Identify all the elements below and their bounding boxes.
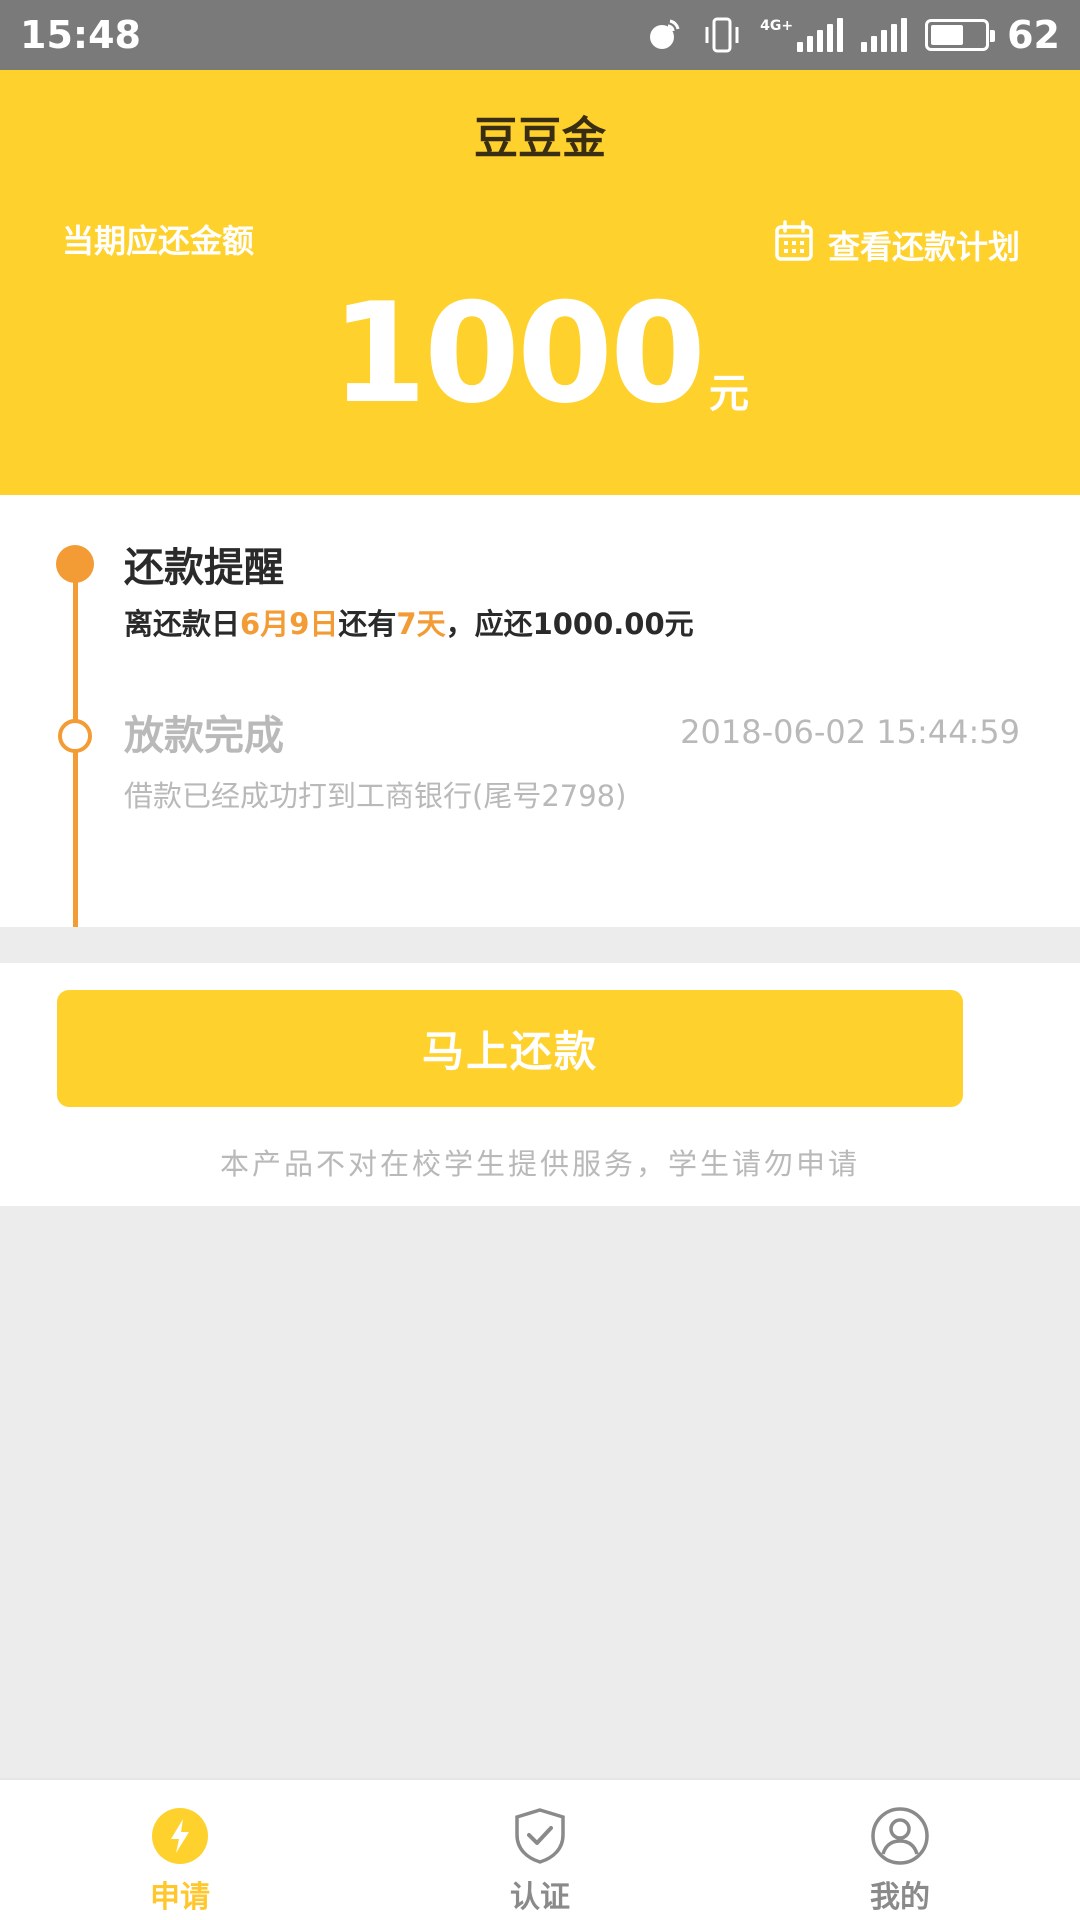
due-amount-label: 当期应还金额 <box>62 222 255 260</box>
network-type: 4G+ <box>760 18 794 34</box>
vibrate-icon <box>702 15 742 55</box>
user-icon <box>870 1806 930 1866</box>
nav-item-mine[interactable]: 我的 <box>720 1780 1080 1920</box>
signal-4g-icon: 4G+ <box>760 18 844 52</box>
page-title: 豆豆金 <box>474 113 606 164</box>
view-repayment-plan-link[interactable]: 查看还款计划 <box>774 220 1020 270</box>
reminder-suffix: ，应还1000.00元 <box>445 607 694 641</box>
signal-icon <box>861 18 908 52</box>
shield-check-icon <box>510 1806 570 1866</box>
timeline-card: 还款提醒 离还款日6月9日还有7天，应还1000.00元 放款完成 2018-0… <box>0 495 1080 927</box>
calendar-icon <box>774 220 814 270</box>
nav-label-apply: 申请 <box>150 1880 210 1915</box>
nav-item-apply[interactable]: 申请 <box>0 1780 360 1920</box>
repayment-reminder-desc: 离还款日6月9日还有7天，应还1000.00元 <box>124 601 694 643</box>
timeline-dot-active <box>56 545 94 583</box>
lightning-icon <box>150 1806 210 1866</box>
amount-value: 1000 <box>330 273 706 434</box>
bottom-nav: 申请 认证 我的 <box>0 1778 1080 1920</box>
loan-disbursed-timestamp: 2018-06-02 15:44:59 <box>680 713 1020 751</box>
loan-disbursed-desc: 借款已经成功打到工商银行(尾号2798) <box>124 779 627 813</box>
nav-label-verify: 认证 <box>510 1880 570 1915</box>
status-icons: 4G+ 62 <box>644 13 1060 57</box>
plan-link-label: 查看还款计划 <box>827 228 1020 266</box>
reminder-prefix: 离还款日 <box>124 607 241 641</box>
status-bar: 15:48 4G+ 62 <box>0 0 1080 70</box>
student-notice: 本产品不对在校学生提供服务，学生请勿申请 <box>219 1147 860 1181</box>
battery-icon <box>925 19 996 51</box>
nav-label-mine: 我的 <box>870 1880 930 1915</box>
hotspot-icon <box>644 15 684 55</box>
battery-percent: 62 <box>1007 13 1060 57</box>
summary-header: 豆豆金 当期应还金额 查看还款计划 1000 元 <box>0 70 1080 495</box>
battery-fill <box>931 25 964 45</box>
timeline-dot-completed <box>58 719 92 753</box>
status-time: 15:48 <box>20 13 141 57</box>
repayment-reminder-title: 还款提醒 <box>124 545 284 591</box>
repay-now-button[interactable]: 马上还款 <box>57 990 963 1107</box>
reminder-mid: 还有 <box>338 607 397 641</box>
amount-unit: 元 <box>709 371 750 417</box>
nav-item-verify[interactable]: 认证 <box>360 1780 720 1920</box>
loan-disbursed-title: 放款完成 <box>124 713 284 759</box>
action-panel: 马上还款 本产品不对在校学生提供服务，学生请勿申请 <box>0 963 1080 1206</box>
days-left: 7天 <box>396 607 446 641</box>
due-amount: 1000 元 <box>0 285 1080 423</box>
due-date: 6月9日 <box>240 607 339 641</box>
